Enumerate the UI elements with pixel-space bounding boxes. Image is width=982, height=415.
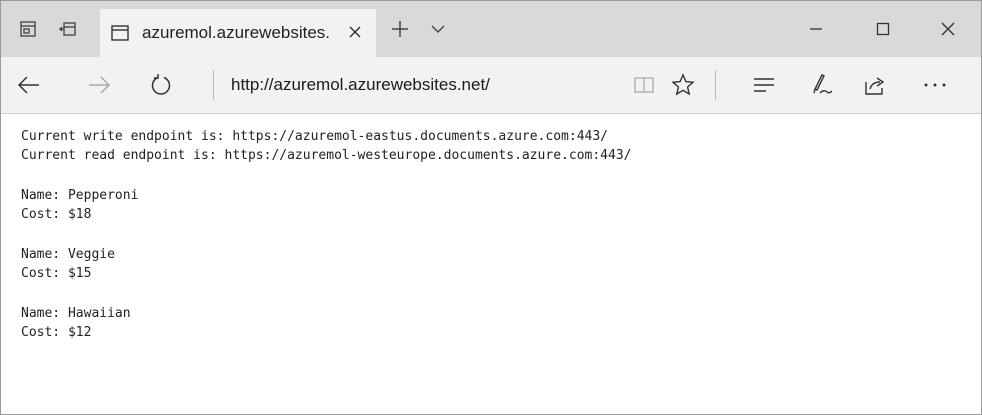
item-cost: Cost: $18	[21, 207, 92, 222]
tab-menu-chevron-icon[interactable]	[427, 18, 449, 40]
tab-preview-icon[interactable]	[17, 18, 39, 40]
more-ellipsis-icon[interactable]	[921, 71, 949, 99]
page-favicon	[110, 23, 130, 48]
web-note-pen-icon[interactable]	[807, 71, 835, 99]
reading-view-icon[interactable]	[630, 71, 658, 99]
tab-title: azuremol.azurewebsites.	[142, 23, 331, 42]
refresh-icon[interactable]	[147, 71, 175, 99]
item-cost: Cost: $15	[21, 266, 92, 281]
item-cost: Cost: $12	[21, 325, 92, 340]
minimize-icon[interactable]	[796, 11, 836, 47]
toolbar-separator	[715, 70, 716, 100]
read-endpoint-text: Current read endpoint is: https://azurem…	[21, 148, 632, 163]
address-separator	[213, 70, 214, 100]
item-name: Name: Hawaiian	[21, 306, 131, 321]
maximize-icon[interactable]	[863, 11, 903, 47]
title-bar: azuremol.azurewebsites.	[1, 1, 981, 57]
forward-arrow-icon[interactable]	[85, 71, 113, 99]
hub-icon[interactable]	[750, 71, 778, 99]
close-window-icon[interactable]	[928, 11, 968, 47]
back-arrow-icon[interactable]	[15, 71, 43, 99]
page-content: Current write endpoint is: https://azure…	[21, 127, 961, 342]
item-name: Name: Pepperoni	[21, 188, 139, 203]
active-tab[interactable]: azuremol.azurewebsites.	[100, 9, 376, 57]
new-tab-icon[interactable]	[389, 18, 411, 40]
item-name: Name: Veggie	[21, 247, 115, 262]
write-endpoint-text: Current write endpoint is: https://azure…	[21, 129, 608, 144]
favorite-star-icon[interactable]	[669, 71, 697, 99]
navigation-bar: http://azuremol.azurewebsites.net/	[1, 57, 981, 114]
address-url[interactable]: http://azuremol.azurewebsites.net/	[231, 75, 490, 95]
set-aside-tabs-icon[interactable]	[57, 18, 79, 40]
browser-window: azuremol.azurewebsites. http://azuremol.…	[0, 0, 982, 415]
close-tab-icon[interactable]	[344, 21, 366, 43]
share-icon[interactable]	[861, 71, 889, 99]
